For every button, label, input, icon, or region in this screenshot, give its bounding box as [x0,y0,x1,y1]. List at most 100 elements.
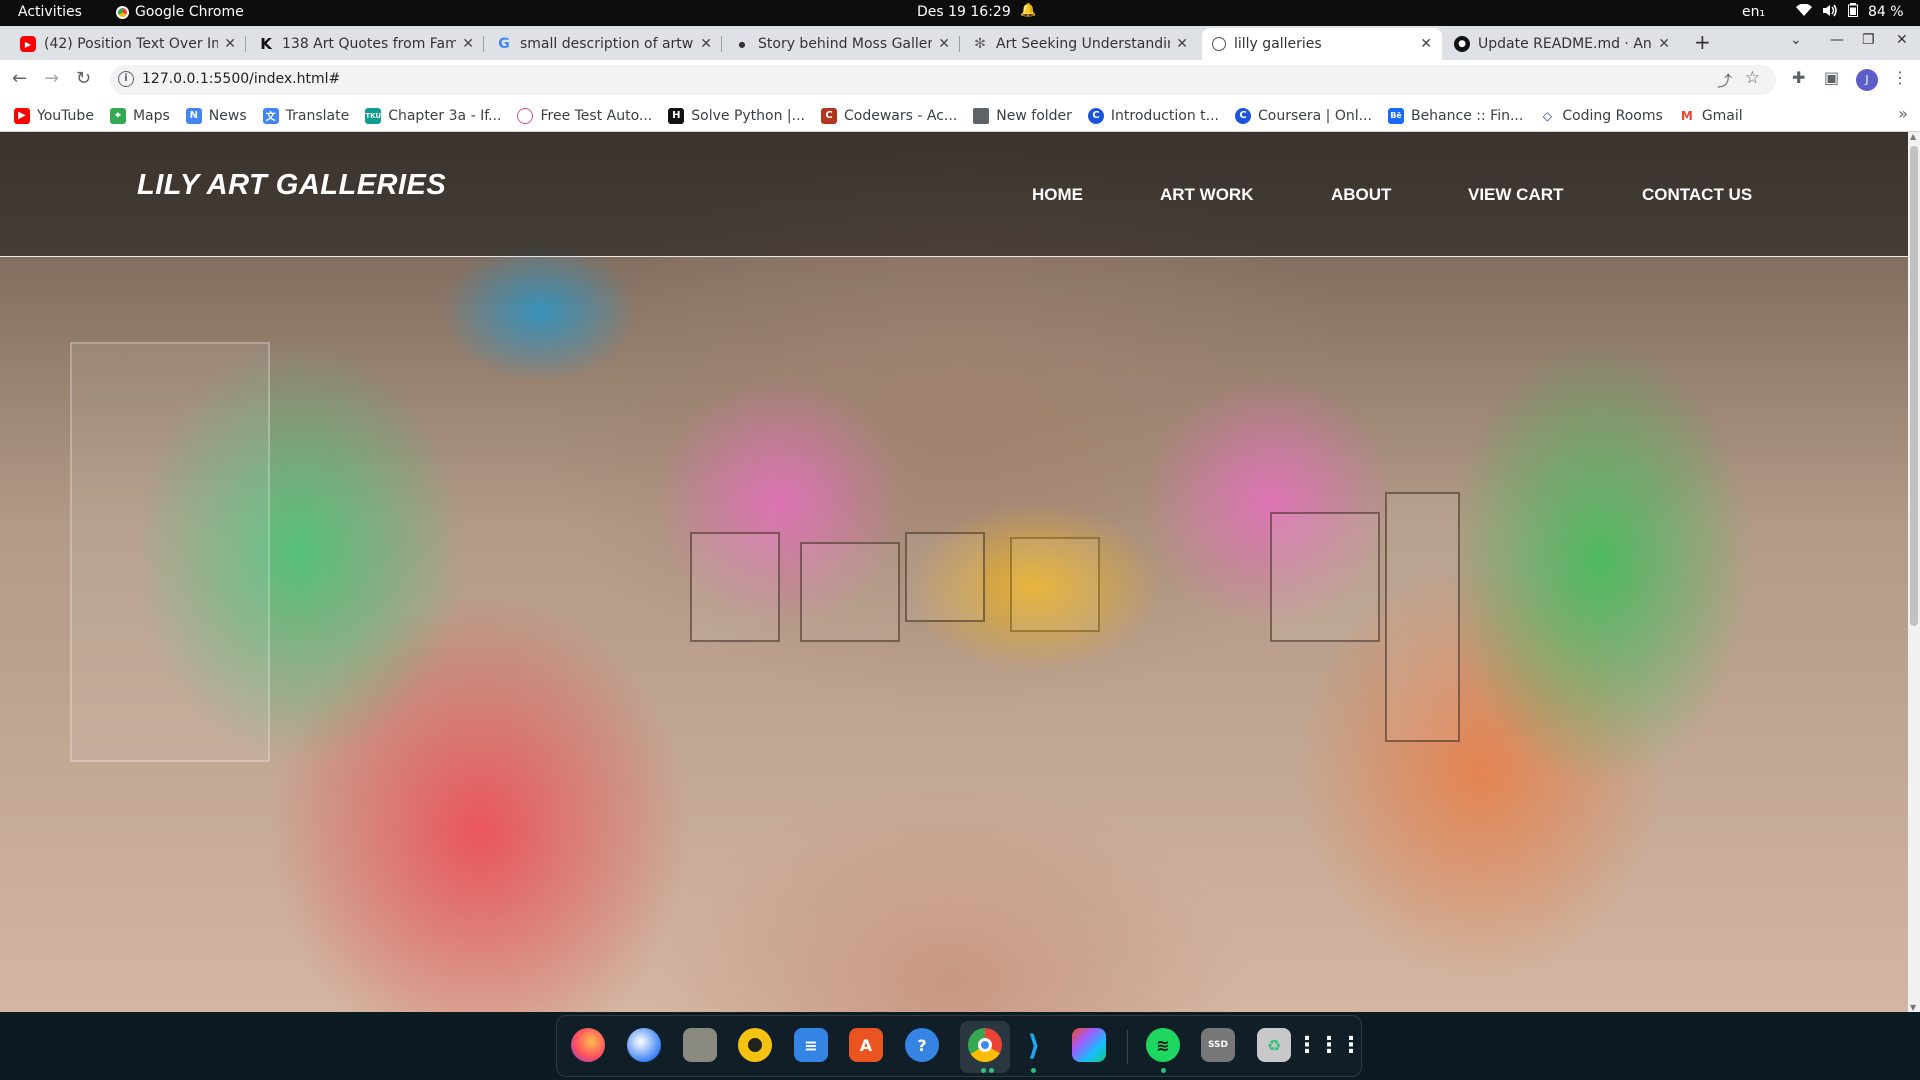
thunderbird-icon[interactable] [627,1028,661,1062]
codingrooms-icon: ◇ [1539,107,1556,124]
bookmarks-bar: ▶ YouTube ⌖ Maps N News 文 Translate TKU Chapt… [0,100,1920,132]
tab-close-icon[interactable]: ✕ [1658,36,1670,52]
volume-icon [1822,4,1838,21]
nav-contact-us[interactable]: CONTACT US [1642,185,1752,205]
tab-lilly-galleries[interactable]: lilly galleries ✕ [1202,28,1442,60]
bookmarks-overflow-icon[interactable]: » [1898,104,1908,123]
bookmark-gmail[interactable]: M Gmail [1678,107,1743,124]
tab-close-icon[interactable]: ✕ [938,36,950,52]
forward-icon[interactable]: → [44,68,59,89]
rhythmbox-icon[interactable] [738,1028,772,1062]
nav-home[interactable]: HOME [1032,185,1083,205]
bookmark-coding-rooms[interactable]: ◇ Coding Rooms [1539,107,1663,124]
nav-about[interactable]: ABOUT [1331,185,1391,205]
coursera-icon: C [1235,107,1251,124]
hackerrank-icon: H [668,107,685,124]
tab-strip: ▶ (42) Position Text Over Im ✕ K 138 Art… [0,26,1920,60]
page-hero: LILY ART GALLERIES HOME ART WORK ABOUT V… [0,132,1908,1012]
tab-github[interactable]: ● Update README.md · Ani ✕ [1444,28,1680,60]
chrome-icon[interactable] [968,1028,1002,1062]
tab-youtube[interactable]: ▶ (42) Position Text Over Im ✕ [10,28,246,60]
battery-level: 84 % [1868,4,1904,20]
tab-art-seeking[interactable]: ✻ Art Seeking Understandin ✕ [962,28,1198,60]
firefox-icon[interactable] [571,1028,605,1062]
tab-close-icon[interactable]: ✕ [462,36,474,52]
scrollbar-thumb[interactable] [1910,146,1918,626]
github-icon: ● [1454,36,1470,52]
tab-moss-gallery[interactable]: ● Story behind Moss Galleri ✕ [724,28,960,60]
k-icon: K [260,35,272,53]
text-editor-icon[interactable]: ≡ [794,1028,828,1062]
ssd-drive-icon[interactable]: SSD [1201,1028,1235,1062]
gallery-painting [1270,512,1380,642]
tab-search-chevron-icon[interactable]: ⌄ [1790,32,1802,48]
bookmark-news[interactable]: N News [185,107,247,124]
bookmark-coursera[interactable]: C Coursera | Onl... [1235,107,1372,124]
app-center-icon[interactable]: A [849,1028,883,1062]
gallery-painting [905,532,985,622]
bookmark-codewars[interactable]: C Codewars - Ac... [821,107,957,124]
files-icon[interactable] [683,1028,717,1062]
new-tab-icon[interactable]: + [1694,30,1711,54]
address-bar[interactable]: i 127.0.0.1:5500/index.html# ⤴ ☆ [110,65,1776,95]
profile-avatar[interactable]: J [1856,69,1878,91]
app-menu[interactable]: Google Chrome [116,4,244,20]
reload-icon[interactable]: ↻ [76,68,91,89]
figma-icon[interactable] [1072,1028,1106,1062]
site-info-icon[interactable]: i [118,71,134,87]
tab-close-icon[interactable]: ✕ [700,36,712,52]
help-icon[interactable]: ? [905,1028,939,1062]
globe-icon [1212,37,1226,51]
page-scrollbar[interactable]: ▲ ▼ [1908,132,1920,1012]
app-grid-icon[interactable]: ⋮⋮⋮ [1296,1028,1362,1062]
tab-close-icon[interactable]: ✕ [224,36,236,52]
tab-title: Update README.md · Ani [1478,36,1653,52]
tab-art-quotes[interactable]: K 138 Art Quotes from Famo ✕ [248,28,484,60]
url-text[interactable]: 127.0.0.1:5500/index.html# [142,71,340,87]
activities-button[interactable]: Activities [18,4,82,20]
scroll-down-icon[interactable]: ▼ [1910,1003,1916,1012]
clock[interactable]: Des 19 16:29 [917,4,1011,20]
bookmark-free-test[interactable]: Free Test Auto... [517,107,652,124]
system-tray[interactable]: 84 % [1796,3,1904,21]
bookmark-behance[interactable]: Bē Behance :: Fin... [1387,107,1523,124]
maps-icon: ⌖ [109,107,126,124]
codewars-icon: C [821,107,838,124]
vscode-icon[interactable]: ⟩ [1017,1028,1051,1062]
site-logo[interactable]: LILY ART GALLERIES [137,169,446,202]
side-panel-icon[interactable]: ▣ [1824,68,1839,87]
bookmark-youtube[interactable]: ▶ YouTube [14,107,94,124]
running-indicator [989,1068,994,1073]
bookmark-star-icon[interactable]: ☆ [1745,68,1760,88]
app-name: Google Chrome [135,4,244,20]
bookmark-new-folder[interactable]: New folder [973,107,1072,124]
trash-icon[interactable]: ♻ [1257,1028,1291,1062]
share-icon[interactable]: ⤴ [1717,70,1732,91]
youtube-icon: ▶ [20,36,36,52]
battery-icon [1848,3,1858,21]
bookmark-chapter-3a[interactable]: TKU Chapter 3a - If... [365,107,501,124]
back-icon[interactable]: ← [12,68,27,89]
nav-art-work[interactable]: ART WORK [1160,185,1253,205]
youtube-icon: ▶ [14,107,30,124]
bookmark-translate[interactable]: 文 Translate [262,107,349,124]
restore-icon[interactable]: ❐ [1862,32,1875,48]
tab-close-icon[interactable]: ✕ [1420,36,1432,52]
gmail-icon: M [1678,107,1695,124]
tab-close-icon[interactable]: ✕ [1176,36,1188,52]
bookmark-solve-python[interactable]: H Solve Python |... [668,107,805,124]
language-indicator[interactable]: en₁ [1742,4,1765,20]
scroll-up-icon[interactable]: ▲ [1910,132,1916,141]
dot-icon: ● [738,39,746,49]
minimize-icon[interactable]: — [1830,32,1844,48]
dock-separator [1127,1030,1128,1064]
bookmark-maps[interactable]: ⌖ Maps [109,107,170,124]
chrome-menu-icon[interactable]: ⋮ [1892,68,1908,87]
close-window-icon[interactable]: ✕ [1896,32,1908,48]
spotify-icon[interactable]: ≋ [1146,1028,1180,1062]
nav-view-cart[interactable]: VIEW CART [1468,185,1563,205]
tab-title: Art Seeking Understandin [996,36,1171,52]
tab-google-search[interactable]: G small description of artwo ✕ [486,28,722,60]
extensions-icon[interactable]: ✚ [1792,68,1805,87]
bookmark-introduction[interactable]: C Introduction t... [1087,107,1219,124]
